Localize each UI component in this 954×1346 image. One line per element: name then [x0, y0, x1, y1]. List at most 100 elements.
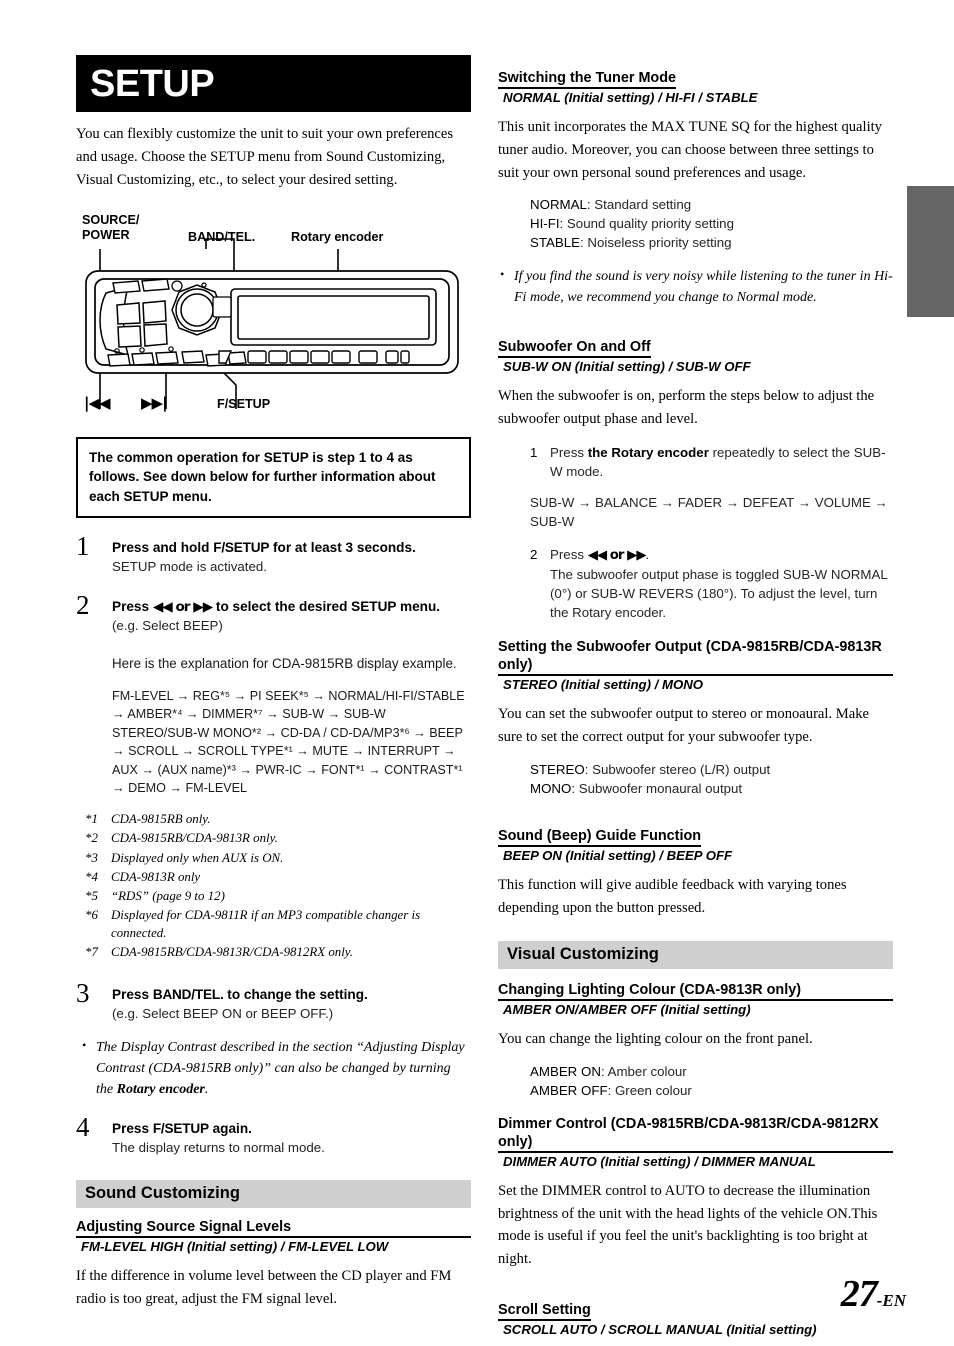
step-3: 3 Press BAND/TEL. to change the setting.…: [76, 979, 471, 1024]
page-title-banner: SETUP: [76, 55, 471, 112]
footnote-item: *1 CDA-9815RB only.: [85, 810, 471, 829]
options-source-levels: FM-LEVEL HIGH (Initial setting) / FM-LEV…: [81, 1238, 389, 1254]
footnote-text: CDA-9815RB/CDA-9813R only.: [111, 831, 278, 846]
footnote-item: *2 CDA-9815RB/CDA-9813R only.: [85, 829, 471, 848]
step-1-sub: SETUP mode is activated.: [112, 559, 267, 575]
heading-switching-tuner-mode: Switching the Tuner Mode: [498, 69, 677, 89]
footnote-text: CDA-9813R only: [111, 869, 201, 884]
step-1-heading: Press and hold F/SETUP for at least 3 se…: [112, 539, 471, 557]
def-desc: : Sound quality priority setting: [559, 216, 734, 232]
def-term: HI-FI: [530, 216, 560, 232]
step-4-heading: Press F/SETUP again.: [112, 1120, 471, 1138]
def-term: AMBER ON: [530, 1064, 601, 1080]
step-3-head-pre: Press: [112, 986, 153, 1002]
contrast-note-post: .: [204, 1081, 209, 1097]
footnote-text: CDA-9815RB/CDA-9813R/CDA-9812RX only.: [111, 945, 354, 960]
subsection-beep-guide: Sound (Beep) Guide Function BEEP ON (Ini…: [498, 813, 893, 920]
subwoofer-substep-2: 2 Press ◀◀ or ▶▶. The subwoofer output ph…: [530, 546, 893, 623]
footnote-mark: *7: [85, 945, 98, 960]
subwoofer-substep-2-number: 2: [530, 546, 538, 562]
note-tuner-mode: If you find the sound is very noisy whil…: [498, 265, 893, 308]
step-2-head-pre: Press: [112, 598, 153, 614]
step-1: 1 Press and hold F/SETUP for at least 3 …: [76, 532, 471, 577]
subsection-subwoofer-onoff: Subwoofer On and Off SUB-W ON (Initial s…: [498, 324, 893, 623]
def-term: STEREO: [530, 761, 585, 777]
intro-paragraph: You can flexibly customize the unit to s…: [76, 126, 454, 188]
heading-beep-guide: Sound (Beep) Guide Function: [498, 827, 702, 847]
def-row: AMBER ON: Amber colour: [530, 1063, 893, 1082]
explanation-line: Here is the explanation for CDA-9815RB d…: [112, 655, 457, 671]
footnote-text: Displayed only when AUX is ON.: [111, 850, 284, 865]
step-4-head-post: again.: [208, 1120, 252, 1136]
manual-page: SETUP You can flexibly customize the uni…: [0, 0, 954, 1346]
options-beep-guide: BEEP ON (Initial setting) / BEEP OFF: [503, 847, 733, 863]
heading-scroll-setting: Scroll Setting: [498, 1301, 591, 1321]
options-subwoofer-output: STEREO (Initial setting) / MONO: [503, 677, 704, 693]
subwoofer-substep-2-body: The subwoofer output phase is toggled SU…: [550, 566, 888, 620]
step-4-number: 4: [76, 1111, 90, 1142]
footnote-mark: *2: [85, 831, 98, 846]
def-row: HI-FI: Sound quality priority setting: [530, 215, 893, 234]
faceplate-illustration: [85, 238, 459, 410]
subwoofer-substep-1-number: 1: [530, 445, 538, 461]
footnote-list: *1 CDA-9815RB only. *2 CDA-9815RB/CDA-9813…: [85, 810, 471, 962]
label-f-setup: F/SETUP: [217, 397, 271, 412]
heading-subwoofer-on-and-off: Subwoofer On and Off: [498, 338, 651, 358]
footnote-item: *3 Displayed only when AUX is ON.: [85, 849, 471, 868]
subwoofer-substep-2-pre: Press: [550, 546, 588, 562]
footnote-item: *4 CDA-9813R only: [85, 868, 471, 887]
body-lighting-colour: You can change the lighting colour on th…: [498, 1031, 813, 1048]
body-beep-guide: This function will give audible feedback…: [498, 876, 847, 916]
step-1-head-pre: Press and hold: [112, 539, 214, 555]
step-4-sub: The display returns to normal mode.: [112, 1140, 325, 1156]
step-3-key: BAND/TEL.: [152, 986, 224, 1002]
body-subwoofer-onoff: When the subwoofer is on, perform the st…: [498, 387, 875, 427]
subsection-source-levels: Adjusting Source Signal Levels FM-LEVEL …: [76, 1218, 471, 1311]
step-2: 2 Press ◀◀ or ▶▶ to select the desired S…: [76, 591, 471, 636]
footnote-mark: *1: [85, 812, 98, 827]
page-title: SETUP: [90, 62, 215, 105]
subsection-tuner-mode: Switching the Tuner Mode NORMAL (Initial…: [498, 55, 893, 308]
step-2-head-post: to select the desired SETUP menu.: [212, 598, 441, 614]
subwoofer-mode-chain: SUB-W → BALANCE → FADER → DEFEAT → VOLUM…: [530, 495, 888, 530]
step-1-head-post: for at least 3 seconds.: [269, 539, 416, 555]
step-1-number: 1: [76, 530, 90, 561]
setup-menu-chain: FM-LEVEL → REG*⁵ → PI SEEK*⁵ → NORMAL/HI…: [112, 689, 465, 795]
subwoofer-substep-1-key: the Rotary encoder: [587, 445, 709, 461]
section-band-visual-customizing: Visual Customizing: [498, 941, 893, 970]
subsection-scroll-setting: Scroll Setting SCROLL AUTO / SCROLL MANU…: [498, 1287, 893, 1346]
footnote-mark: *3: [85, 850, 98, 865]
step-2-heading: Press ◀◀ or ▶▶ to select the desired SET…: [112, 598, 471, 616]
options-subwoofer-onoff: SUB-W ON (Initial setting) / SUB-W OFF: [503, 358, 751, 374]
def-term: NORMAL: [530, 197, 587, 213]
def-term: MONO: [530, 780, 572, 796]
chapter-side-tab: [907, 186, 954, 317]
label-next-track: ▶▶|: [141, 394, 168, 413]
heading-changing-lighting-colour: Changing Lighting Colour (CDA-9813R only…: [498, 981, 893, 1002]
def-desc: : Subwoofer monaural output: [571, 780, 743, 796]
body-subwoofer-output: You can set the subwoofer output to ster…: [498, 706, 869, 746]
footnote-item: *5 “RDS” (page 9 to 12): [85, 887, 471, 906]
body-source-levels: If the difference in volume level betwee…: [76, 1267, 452, 1307]
def-row: AMBER OFF: Green colour: [530, 1082, 893, 1101]
defs-tuner-mode: NORMAL: Standard setting HI-FI: Sound qu…: [530, 196, 893, 253]
step-4-key: F/SETUP: [152, 1120, 209, 1136]
step-3-number: 3: [76, 977, 90, 1008]
step-2-sub: (e.g. Select BEEP): [112, 618, 223, 634]
def-row: MONO: Subwoofer monaural output: [530, 780, 893, 799]
defs-lighting-colour: AMBER ON: Amber colour AMBER OFF: Green …: [530, 1063, 893, 1101]
common-operation-callout: The common operation for SETUP is step 1…: [76, 437, 471, 518]
heading-adjusting-source-levels: Adjusting Source Signal Levels: [76, 1218, 471, 1238]
body-dimmer-control: Set the DIMMER control to AUTO to decrea…: [498, 1182, 878, 1268]
page-number-value: 27: [840, 1273, 878, 1315]
right-column: Switching the Tuner Mode NORMAL (Initial…: [498, 0, 893, 1346]
subsection-subwoofer-output: Setting the Subwoofer Output (CDA-9815RB…: [498, 638, 893, 798]
step-4: 4 Press F/SETUP again. The display retur…: [76, 1113, 471, 1158]
subwoofer-substep-1-pre: Press: [550, 445, 588, 461]
section-band-sound-customizing: Sound Customizing: [76, 1179, 471, 1208]
step-3-heading: Press BAND/TEL. to change the setting.: [112, 986, 471, 1004]
subsection-lighting-colour: Changing Lighting Colour (CDA-9813R only…: [498, 981, 893, 1101]
footnote-mark: *4: [85, 869, 98, 884]
def-row: STABLE: Noiseless priority setting: [530, 234, 893, 253]
def-desc: : Subwoofer stereo (L/R) output: [584, 761, 771, 777]
